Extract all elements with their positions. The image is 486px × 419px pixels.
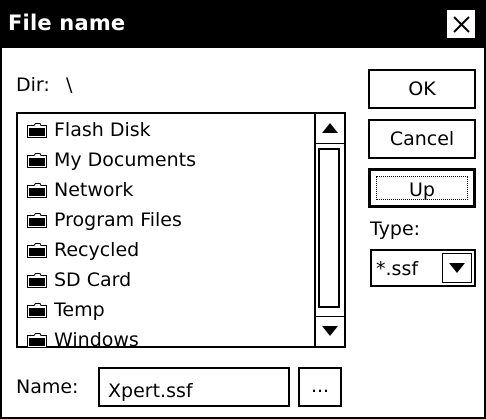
folder-icon — [27, 303, 47, 318]
close-button[interactable] — [446, 9, 476, 39]
folder-list-items: Flash Disk My Documents Network Program Fil… — [18, 114, 314, 351]
type-label: Type: — [370, 218, 421, 240]
dir-label: Dir: — [16, 74, 50, 96]
folder-name: Temp — [54, 299, 105, 321]
title-bar: File name — [2, 2, 484, 48]
browse-button-label: ... — [310, 375, 330, 397]
folder-icon — [27, 213, 47, 228]
dialog-title: File name — [8, 11, 126, 35]
dir-path: \ — [66, 74, 73, 96]
vertical-scrollbar[interactable] — [314, 114, 344, 346]
type-value: *.ssf — [376, 258, 419, 280]
ok-button-label: OK — [408, 78, 436, 100]
folder-list-item[interactable]: Flash Disk — [18, 115, 314, 145]
folder-name: SD Card — [54, 269, 132, 291]
folder-list-item[interactable]: SD Card — [18, 265, 314, 295]
folder-name: Flash Disk — [54, 119, 151, 141]
folder-icon — [27, 123, 47, 138]
scroll-down-button[interactable] — [316, 316, 344, 346]
folder-icon — [27, 243, 47, 258]
file-name-dialog: File name Dir: \ OK Cancel Up Type: *.ss… — [0, 0, 486, 419]
name-label: Name: — [16, 376, 79, 398]
triangle-down-icon — [322, 326, 338, 336]
up-button-label: Up — [376, 176, 468, 201]
type-dropdown[interactable]: *.ssf — [370, 249, 476, 287]
browse-button[interactable]: ... — [298, 367, 342, 407]
folder-list-item[interactable]: Temp — [18, 295, 314, 325]
close-icon — [453, 16, 470, 33]
up-button[interactable]: Up — [368, 168, 476, 208]
cancel-button-label: Cancel — [389, 128, 455, 150]
folder-icon — [27, 153, 47, 168]
ok-button[interactable]: OK — [368, 69, 476, 109]
folder-list-item[interactable]: Program Files — [18, 205, 314, 235]
type-dropdown-button[interactable] — [442, 253, 472, 283]
folder-icon — [27, 333, 47, 348]
folder-name: My Documents — [54, 149, 197, 171]
folder-name: Recycled — [54, 239, 140, 261]
triangle-up-icon — [322, 123, 338, 133]
folder-list-item[interactable]: Recycled — [18, 235, 314, 265]
folder-list[interactable]: Flash Disk My Documents Network Program Fil… — [16, 112, 346, 351]
folder-list-item[interactable]: Windows — [18, 325, 314, 355]
scroll-thumb[interactable] — [318, 148, 340, 308]
folder-list-item[interactable]: Network — [18, 175, 314, 205]
folder-name: Program Files — [54, 209, 182, 231]
triangle-down-icon — [449, 263, 465, 273]
folder-icon — [27, 183, 47, 198]
scroll-up-button[interactable] — [316, 114, 344, 144]
folder-name: Windows — [54, 329, 139, 351]
cancel-button[interactable]: Cancel — [368, 119, 476, 159]
folder-icon — [27, 273, 47, 288]
name-input[interactable] — [98, 367, 290, 407]
folder-list-item[interactable]: My Documents — [18, 145, 314, 175]
folder-name: Network — [54, 179, 134, 201]
